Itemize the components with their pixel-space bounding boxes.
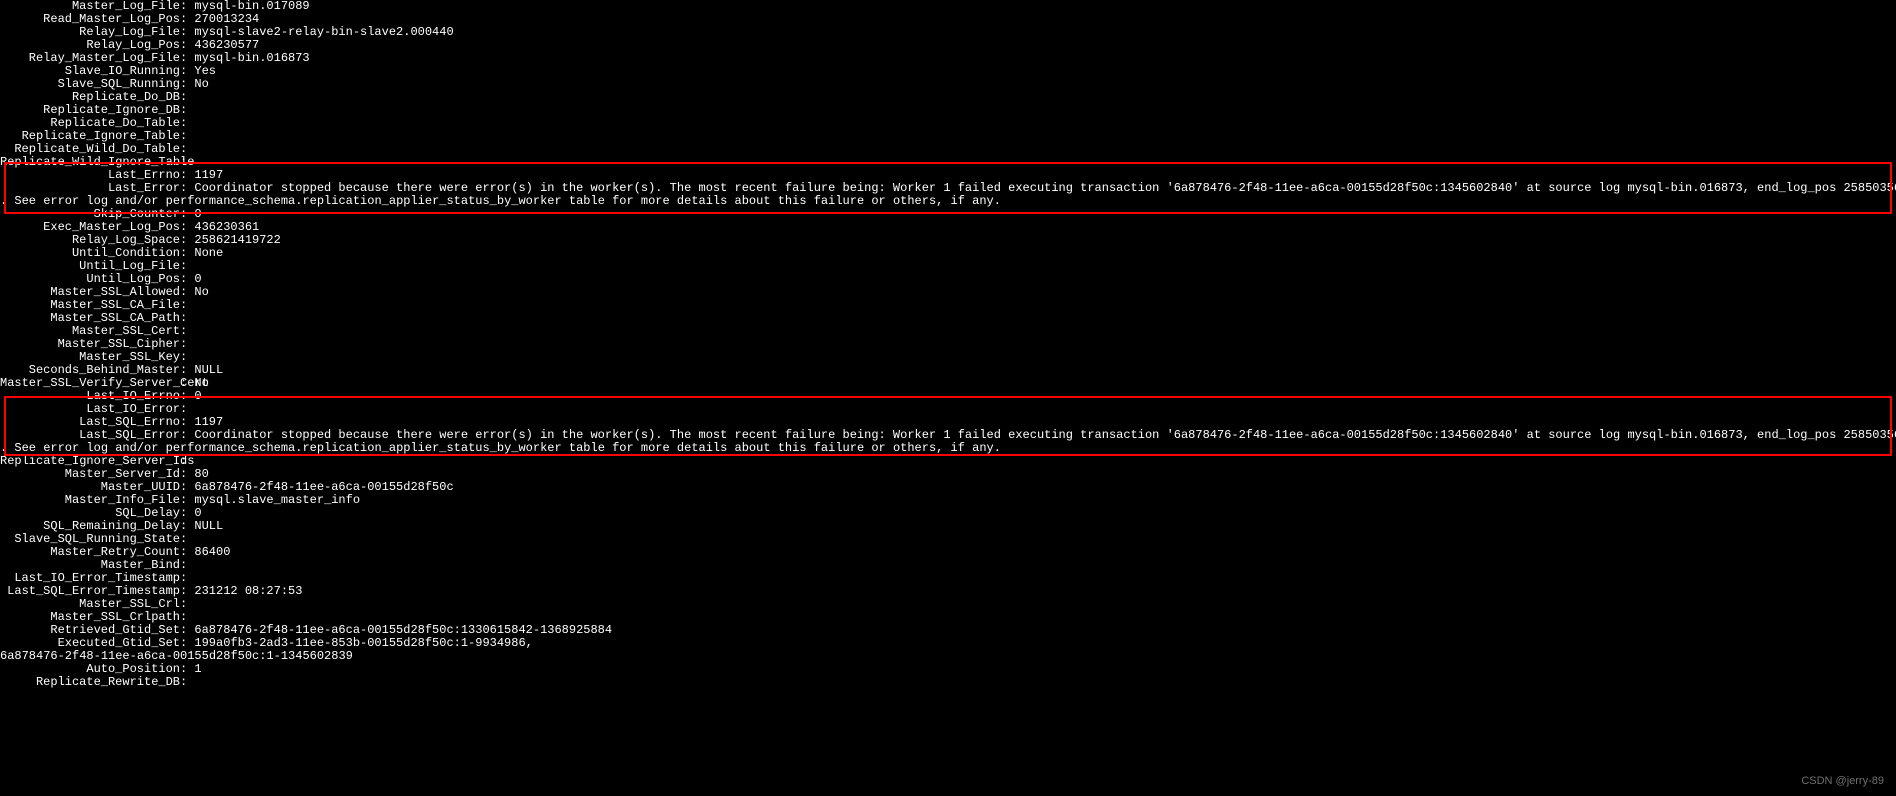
status-row: Master_SSL_Verify_Server_Cert: No — [0, 377, 1896, 390]
status-row: Until_Log_File: — [0, 260, 1896, 273]
status-row: Master_SSL_Cipher: — [0, 338, 1896, 351]
status-value: 86400 — [194, 546, 230, 559]
status-row: Slave_SQL_Running_State: — [0, 533, 1896, 546]
status-row: Skip_Counter: 0 — [0, 208, 1896, 221]
status-row: Replicate_Wild_Ignore_Table: — [0, 156, 1896, 169]
status-row: Last_SQL_Error_Timestamp: 231212 08:27:5… — [0, 585, 1896, 598]
status-row: Auto_Position: 1 — [0, 663, 1896, 676]
status-row: Master_SSL_Crl: — [0, 598, 1896, 611]
status-row: Replicate_Ignore_Table: — [0, 130, 1896, 143]
status-row: Relay_Log_File: mysql-slave2-relay-bin-s… — [0, 26, 1896, 39]
status-label: Replicate_Rewrite_DB — [0, 676, 180, 689]
status-row: Replicate_Rewrite_DB: — [0, 676, 1896, 689]
status-value: NULL — [194, 520, 223, 533]
status-row: Until_Log_Pos: 0 — [0, 273, 1896, 286]
status-row: Slave_SQL_Running: No — [0, 78, 1896, 91]
status-row: Master_Info_File: mysql.slave_master_inf… — [0, 494, 1896, 507]
status-value: 1 — [194, 663, 201, 676]
status-row: . See error log and/or performance_schem… — [0, 442, 1896, 455]
colon-separator: : — [180, 676, 194, 689]
status-row: Slave_IO_Running: Yes — [0, 65, 1896, 78]
status-row: Replicate_Do_Table: — [0, 117, 1896, 130]
status-value: 0 — [194, 390, 201, 403]
status-value: mysql.slave_master_info — [194, 494, 360, 507]
status-value: 231212 08:27:53 — [194, 585, 302, 598]
status-row: Master_SSL_CA_Path: — [0, 312, 1896, 325]
status-row: Last_IO_Errno: 0 — [0, 390, 1896, 403]
status-value: None — [194, 247, 223, 260]
status-row: Exec_Master_Log_Pos: 436230361 — [0, 221, 1896, 234]
status-row: . See error log and/or performance_schem… — [0, 195, 1896, 208]
terminal-output: Master_Log_File: mysql-bin.017089Read_Ma… — [0, 0, 1896, 689]
status-row: Replicate_Wild_Do_Table: — [0, 143, 1896, 156]
status-row: Until_Condition: None — [0, 247, 1896, 260]
csdn-watermark: CSDN @jerry-89 — [1801, 775, 1884, 788]
status-row: Master_Log_File: mysql-bin.017089 — [0, 0, 1896, 13]
status-row: Seconds_Behind_Master: NULL — [0, 364, 1896, 377]
status-value: No — [194, 78, 208, 91]
status-row: Last_IO_Error: — [0, 403, 1896, 416]
status-row: Replicate_Ignore_DB: — [0, 104, 1896, 117]
status-row: SQL_Remaining_Delay: NULL — [0, 520, 1896, 533]
status-row: Master_SSL_CA_File: — [0, 299, 1896, 312]
status-row: Relay_Log_Space: 258621419722 — [0, 234, 1896, 247]
status-row: Replicate_Ignore_Server_Ids: — [0, 455, 1896, 468]
status-row: 6a878476-2f48-11ee-a6ca-00155d28f50c:1-1… — [0, 650, 1896, 663]
status-row: Replicate_Do_DB: — [0, 91, 1896, 104]
status-row: Master_SSL_Key: — [0, 351, 1896, 364]
status-row: Master_Retry_Count: 86400 — [0, 546, 1896, 559]
status-row: Master_SSL_Allowed: No — [0, 286, 1896, 299]
status-row: Master_Bind: — [0, 559, 1896, 572]
status-row: Relay_Master_Log_File: mysql-bin.016873 — [0, 52, 1896, 65]
status-row: Master_SSL_Cert: — [0, 325, 1896, 338]
status-row: SQL_Delay: 0 — [0, 507, 1896, 520]
status-value: No — [194, 286, 208, 299]
